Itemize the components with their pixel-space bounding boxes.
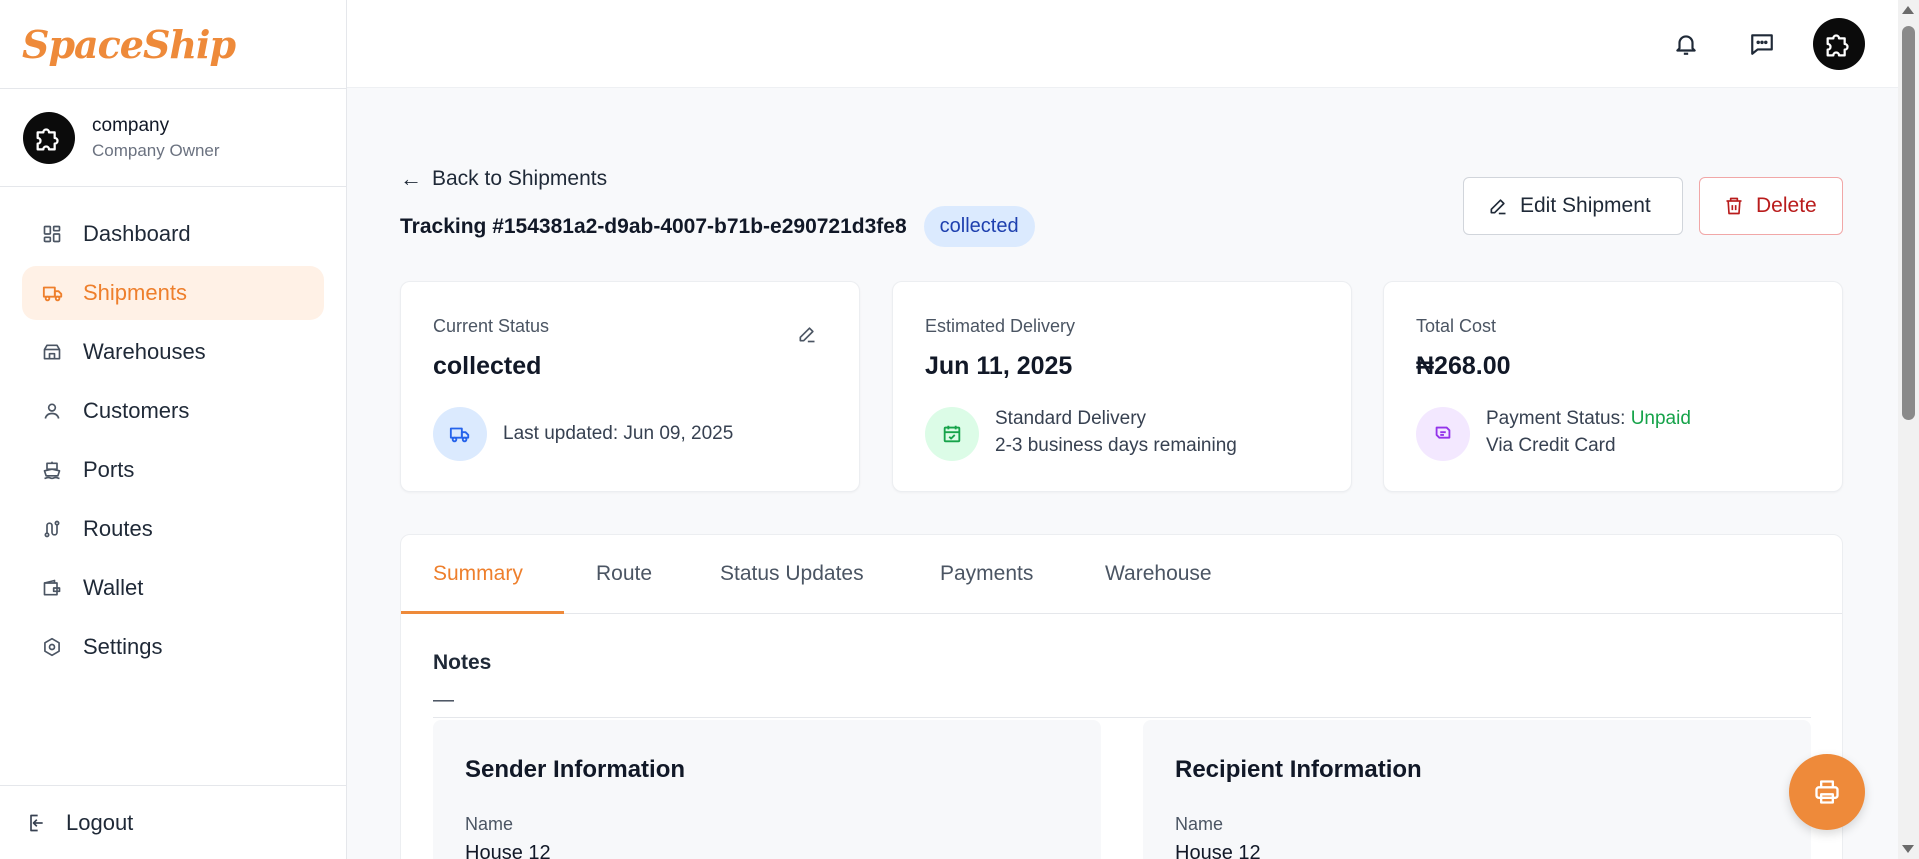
tab-warehouse[interactable]: Warehouse (1105, 562, 1212, 586)
avatar (23, 111, 75, 164)
truck-icon (42, 282, 64, 304)
last-updated: Last updated: Jun 09, 2025 (503, 423, 734, 444)
estimated-delivery-card: Estimated Delivery Jun 11, 2025 Standard… (892, 281, 1352, 492)
top-bar (347, 0, 1898, 88)
total-cost-card: Total Cost ₦268.00 Payment Status: Unpai… (1383, 281, 1843, 492)
pencil-icon (1488, 196, 1508, 216)
wallet-icon (42, 577, 64, 599)
page-scrollbar[interactable] (1898, 0, 1919, 859)
bell-icon[interactable] (1673, 31, 1699, 57)
sidebar-item-shipments[interactable]: Shipments (22, 266, 324, 320)
sidebar-item-label: Wallet (83, 575, 144, 600)
sidebar-item-label: Dashboard (83, 221, 191, 246)
delete-label: Delete (1756, 194, 1817, 217)
sidebar-item-settings[interactable]: Settings (22, 620, 324, 674)
warehouse-icon (42, 341, 64, 363)
sidebar-item-label: Shipments (83, 280, 187, 305)
logout-button[interactable]: Logout (0, 785, 346, 859)
print-button[interactable] (1789, 754, 1865, 830)
payment-method: Via Credit Card (1486, 435, 1616, 456)
calendar-check-icon (925, 407, 979, 461)
notes-value: — (433, 688, 454, 711)
logout-label: Logout (66, 809, 134, 835)
edit-label: Edit Shipment (1520, 194, 1651, 217)
edit-shipment-button[interactable]: Edit Shipment (1463, 177, 1683, 235)
sidebar-item-customers[interactable]: Customers (22, 384, 324, 438)
sidebar-item-warehouses[interactable]: Warehouses (22, 325, 324, 379)
back-label: Back to Shipments (432, 167, 608, 190)
card-label: Current Status (433, 316, 550, 336)
sidebar-item-label: Warehouses (83, 339, 206, 364)
recipient-information: Recipient Information Name House 12 (1143, 720, 1811, 859)
card-label: Estimated Delivery (925, 316, 1076, 336)
field-value: House 12 (1175, 842, 1261, 859)
tab-summary[interactable]: Summary (433, 562, 523, 586)
divider (433, 717, 1811, 718)
avatar[interactable] (1813, 18, 1865, 70)
tab-bar: Summary Route Status Updates Payments Wa… (401, 535, 1842, 614)
tab-status-updates[interactable]: Status Updates (720, 562, 864, 586)
field-value: House 12 (465, 842, 551, 859)
field-label: Name (1175, 814, 1224, 834)
status-badge: collected (923, 206, 1035, 247)
route-icon (42, 518, 64, 540)
puzzle-icon (1826, 34, 1849, 57)
sender-information: Sender Information Name House 12 (433, 720, 1101, 859)
profile-role: Company Owner (92, 140, 220, 160)
sidebar-item-ports[interactable]: Ports (22, 443, 324, 497)
card-value: collected (433, 352, 542, 380)
logout-icon (26, 813, 46, 833)
card-label: Total Cost (1416, 316, 1497, 336)
scroll-thumb[interactable] (1902, 26, 1915, 420)
arrow-left-icon: ← (400, 166, 422, 191)
tab-route[interactable]: Route (596, 562, 652, 586)
section-title: Recipient Information (1175, 756, 1422, 783)
tab-payments[interactable]: Payments (940, 562, 1033, 586)
credit-card-icon (1416, 407, 1470, 461)
scroll-down-arrow[interactable] (1902, 845, 1914, 853)
sidebar-item-label: Customers (83, 398, 190, 423)
payment-status-line: Payment Status: Unpaid (1486, 408, 1691, 430)
settings-icon (42, 636, 64, 658)
payment-status-value: Unpaid (1630, 408, 1691, 429)
back-to-shipments-link[interactable]: ← Back to Shipments (400, 166, 607, 192)
delivery-type: Standard Delivery (995, 408, 1147, 429)
card-value: ₦268.00 (1416, 352, 1511, 380)
field-label: Name (465, 814, 514, 834)
sidebar-item-label: Routes (83, 516, 153, 541)
sidebar-nav: Dashboard Shipments Warehouses Customers… (0, 187, 346, 674)
sidebar: SpaceShip company Company Owner Dashboar… (0, 0, 347, 859)
app-logo[interactable]: SpaceShip (22, 22, 236, 67)
sidebar-item-dashboard[interactable]: Dashboard (22, 207, 324, 261)
dashboard-icon (42, 223, 64, 245)
payment-status-prefix: Payment Status: (1486, 408, 1631, 429)
delivery-remaining: 2-3 business days remaining (995, 435, 1237, 456)
message-icon[interactable] (1749, 31, 1775, 57)
notes-title: Notes (433, 651, 492, 674)
tracking-number: Tracking #154381a2-d9ab-4007-b71b-e29072… (400, 214, 907, 238)
delete-button[interactable]: Delete (1699, 177, 1843, 235)
shipment-details-panel: Summary Route Status Updates Payments Wa… (400, 534, 1843, 859)
puzzle-icon (36, 127, 59, 150)
current-status-card: Current Status collected Last updated: J… (400, 281, 860, 492)
tracking-header: Tracking #154381a2-d9ab-4007-b71b-e29072… (400, 206, 1035, 247)
card-value: Jun 11, 2025 (925, 352, 1073, 380)
printer-icon (1813, 778, 1841, 806)
sidebar-item-label: Ports (83, 457, 135, 482)
sidebar-item-label: Settings (83, 634, 163, 659)
sidebar-item-routes[interactable]: Routes (22, 502, 324, 556)
logo-area: SpaceShip (0, 0, 346, 89)
ship-icon (42, 459, 64, 481)
edit-status-icon[interactable] (797, 324, 817, 344)
profile-name: company (92, 114, 170, 136)
sidebar-item-wallet[interactable]: Wallet (22, 561, 324, 615)
section-title: Sender Information (465, 756, 686, 783)
scroll-up-arrow[interactable] (1902, 6, 1914, 14)
profile-card[interactable]: company Company Owner (0, 89, 346, 187)
user-icon (42, 400, 64, 422)
trash-icon (1724, 196, 1744, 216)
truck-icon (433, 407, 487, 461)
active-tab-indicator (401, 611, 564, 614)
